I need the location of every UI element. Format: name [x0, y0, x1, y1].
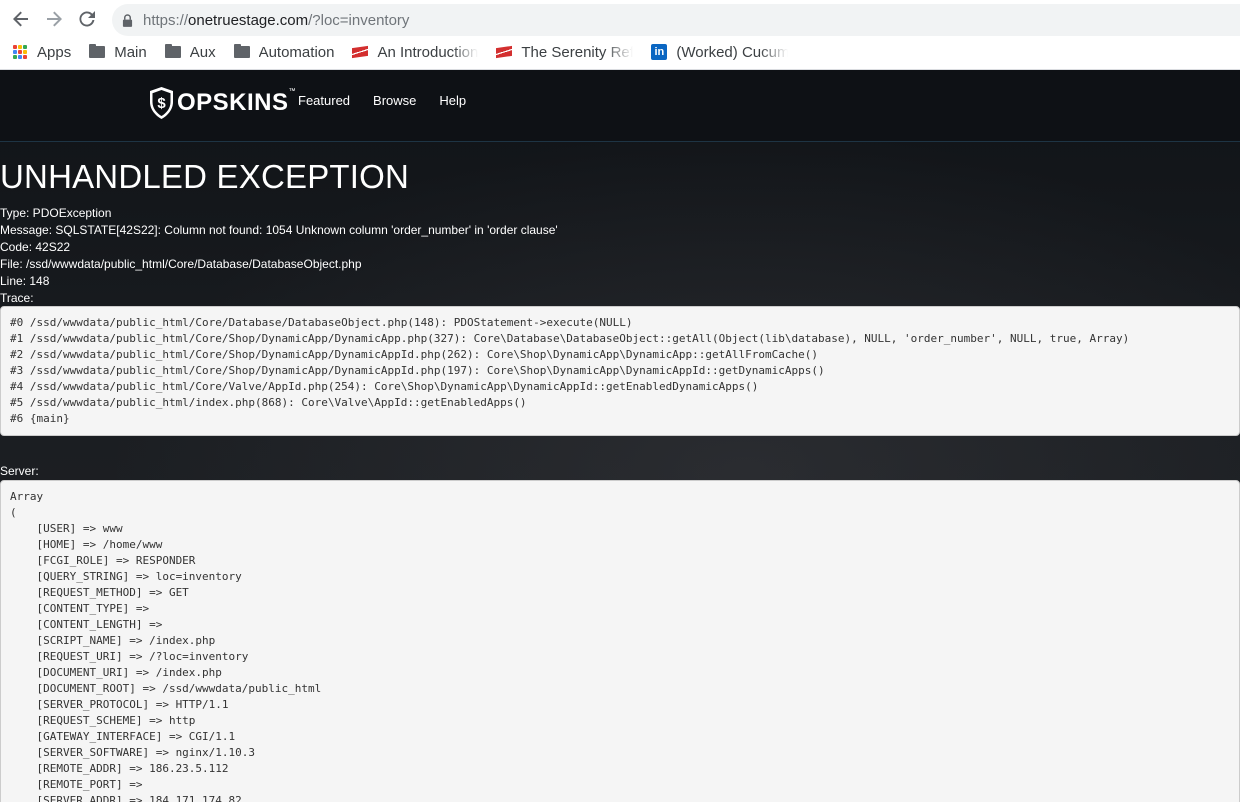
server-line: [GATEWAY_INTERFACE] => CGI/1.1: [10, 730, 236, 743]
nav-browse[interactable]: Browse: [373, 93, 416, 108]
bookmark-label: Apps: [37, 43, 72, 61]
server-line: [SERVER_PROTOCOL] => HTTP/1.1: [10, 698, 229, 711]
forward-button[interactable]: [43, 8, 65, 30]
url-text: https://onetruestage.com/?loc=inventory: [143, 12, 409, 29]
bookmark-label: Aux: [189, 43, 216, 61]
error-details: Type: PDOException Message: SQLSTATE[42S…: [0, 205, 558, 307]
server-line: [REMOTE_ADDR] => 186.23.5.112: [10, 762, 229, 775]
server-line: [REQUEST_METHOD] => GET: [10, 586, 189, 599]
opskins-logo[interactable]: $ OPSKINS ™: [148, 86, 296, 120]
error-line: Line: 148: [0, 274, 50, 288]
server-line: [SERVER_ADDR] => 184.171.174.82: [10, 794, 242, 802]
server-line: [REQUEST_SCHEME] => http: [10, 714, 196, 727]
back-arrow-icon: [13, 11, 28, 27]
site-nav: Featured Browse Help: [298, 93, 489, 108]
server-line: [QUERY_STRING] => loc=inventory: [10, 570, 242, 583]
svg-text:$: $: [157, 95, 166, 112]
apps-grid-icon: [12, 44, 28, 60]
flag-icon: [496, 44, 513, 60]
address-bar[interactable]: https://onetruestage.com/?loc=inventory: [112, 4, 1240, 36]
bookmark-cucumber[interactable]: in (Worked) Cucum: [651, 44, 788, 61]
server-line: Array: [10, 490, 44, 503]
trace-line: #6 {main}: [10, 412, 70, 425]
server-line: [DOCUMENT_ROOT] => /ssd/wwwdata/public_h…: [10, 682, 322, 695]
error-code: Code: 42S22: [0, 240, 71, 254]
page-content: $ OPSKINS ™ Featured Browse Help UNHANDL…: [0, 70, 1240, 802]
reload-icon: [79, 11, 95, 27]
error-message: Message: SQLSTATE[42S22]: Column not fou…: [0, 223, 558, 237]
bookmark-main[interactable]: Main: [89, 44, 147, 61]
logo-wordmark: OPSKINS: [177, 89, 289, 116]
server-line: [REMOTE_PORT] =>: [10, 778, 143, 791]
trace-line: #5 /ssd/wwwdata/public_html/index.php(86…: [10, 396, 527, 409]
trace-line: #4 /ssd/wwwdata/public_html/Core/Valve/A…: [10, 380, 759, 393]
server-line: [CONTENT_TYPE] =>: [10, 602, 150, 615]
server-line: [USER] => www: [10, 522, 123, 535]
server-line: [DOCUMENT_URI] => /index.php: [10, 666, 222, 679]
reload-button[interactable]: [76, 8, 98, 30]
url-host: onetruestage.com: [188, 11, 309, 29]
folder-icon: [233, 44, 250, 60]
url-scheme: https://: [143, 11, 189, 29]
lock-icon: [121, 13, 133, 27]
trace-line: #3 /ssd/wwwdata/public_html/Core/Shop/Dy…: [10, 364, 825, 377]
bookmark-serenity[interactable]: The Serenity Ref: [496, 44, 633, 61]
server-line: [SERVER_SOFTWARE] => nginx/1.10.3: [10, 746, 256, 759]
server-line: [REQUEST_URI] => /?loc=inventory: [10, 650, 249, 663]
logo-trademark: ™: [288, 88, 296, 95]
bookmark-label: Main: [114, 43, 147, 61]
site-header: $ OPSKINS ™ Featured Browse Help: [0, 70, 1240, 142]
error-type: Type: PDOException: [0, 206, 112, 220]
server-dump: Array ( [USER] => www [HOME] => /home/ww…: [0, 480, 1240, 802]
server-line: (: [10, 506, 17, 519]
trace-line: #1 /ssd/wwwdata/public_html/Core/Shop/Dy…: [10, 332, 1130, 345]
folder-icon: [89, 44, 106, 60]
bookmark-aux[interactable]: Aux: [164, 43, 216, 61]
error-title: UNHANDLED EXCEPTION: [0, 158, 410, 195]
nav-help[interactable]: Help: [439, 93, 466, 108]
server-line: [SCRIPT_NAME] => /index.php: [10, 634, 216, 647]
browser-chrome: https://onetruestage.com/?loc=inventory …: [0, 0, 1240, 70]
flag-icon: [352, 44, 369, 60]
bookmark-apps[interactable]: Apps: [12, 44, 71, 61]
bookmark-an-introduction[interactable]: An Introduction: [352, 44, 478, 61]
forward-arrow-icon: [47, 11, 62, 27]
server-label: Server:: [0, 464, 39, 478]
bookmark-label: An Introduction: [377, 43, 479, 61]
url-path: /?loc=inventory: [308, 11, 410, 29]
stack-trace: #0 /ssd/wwwdata/public_html/Core/Databas…: [0, 306, 1240, 436]
bookmarks-bar: Apps Main Aux Automation An Introduction…: [0, 38, 1240, 66]
bookmark-label: Automation: [258, 43, 335, 61]
bookmark-automation[interactable]: Automation: [233, 43, 335, 61]
bookmark-label: (Worked) Cucum: [676, 43, 789, 61]
folder-icon: [164, 44, 181, 60]
error-file: File: /ssd/wwwdata/public_html/Core/Data…: [0, 257, 362, 271]
server-line: [CONTENT_LENGTH] =>: [10, 618, 163, 631]
linkedin-icon: in: [651, 44, 668, 60]
nav-featured[interactable]: Featured: [298, 93, 350, 108]
trace-label: Trace:: [0, 291, 34, 305]
trace-line: #2 /ssd/wwwdata/public_html/Core/Shop/Dy…: [10, 348, 818, 361]
bookmark-label: The Serenity Ref: [521, 43, 634, 61]
server-line: [HOME] => /home/www: [10, 538, 163, 551]
shield-logo-icon: $: [150, 87, 173, 119]
back-button[interactable]: [10, 8, 32, 30]
trace-line: #0 /ssd/wwwdata/public_html/Core/Databas…: [10, 316, 633, 329]
server-line: [FCGI_ROLE] => RESPONDER: [10, 554, 196, 567]
